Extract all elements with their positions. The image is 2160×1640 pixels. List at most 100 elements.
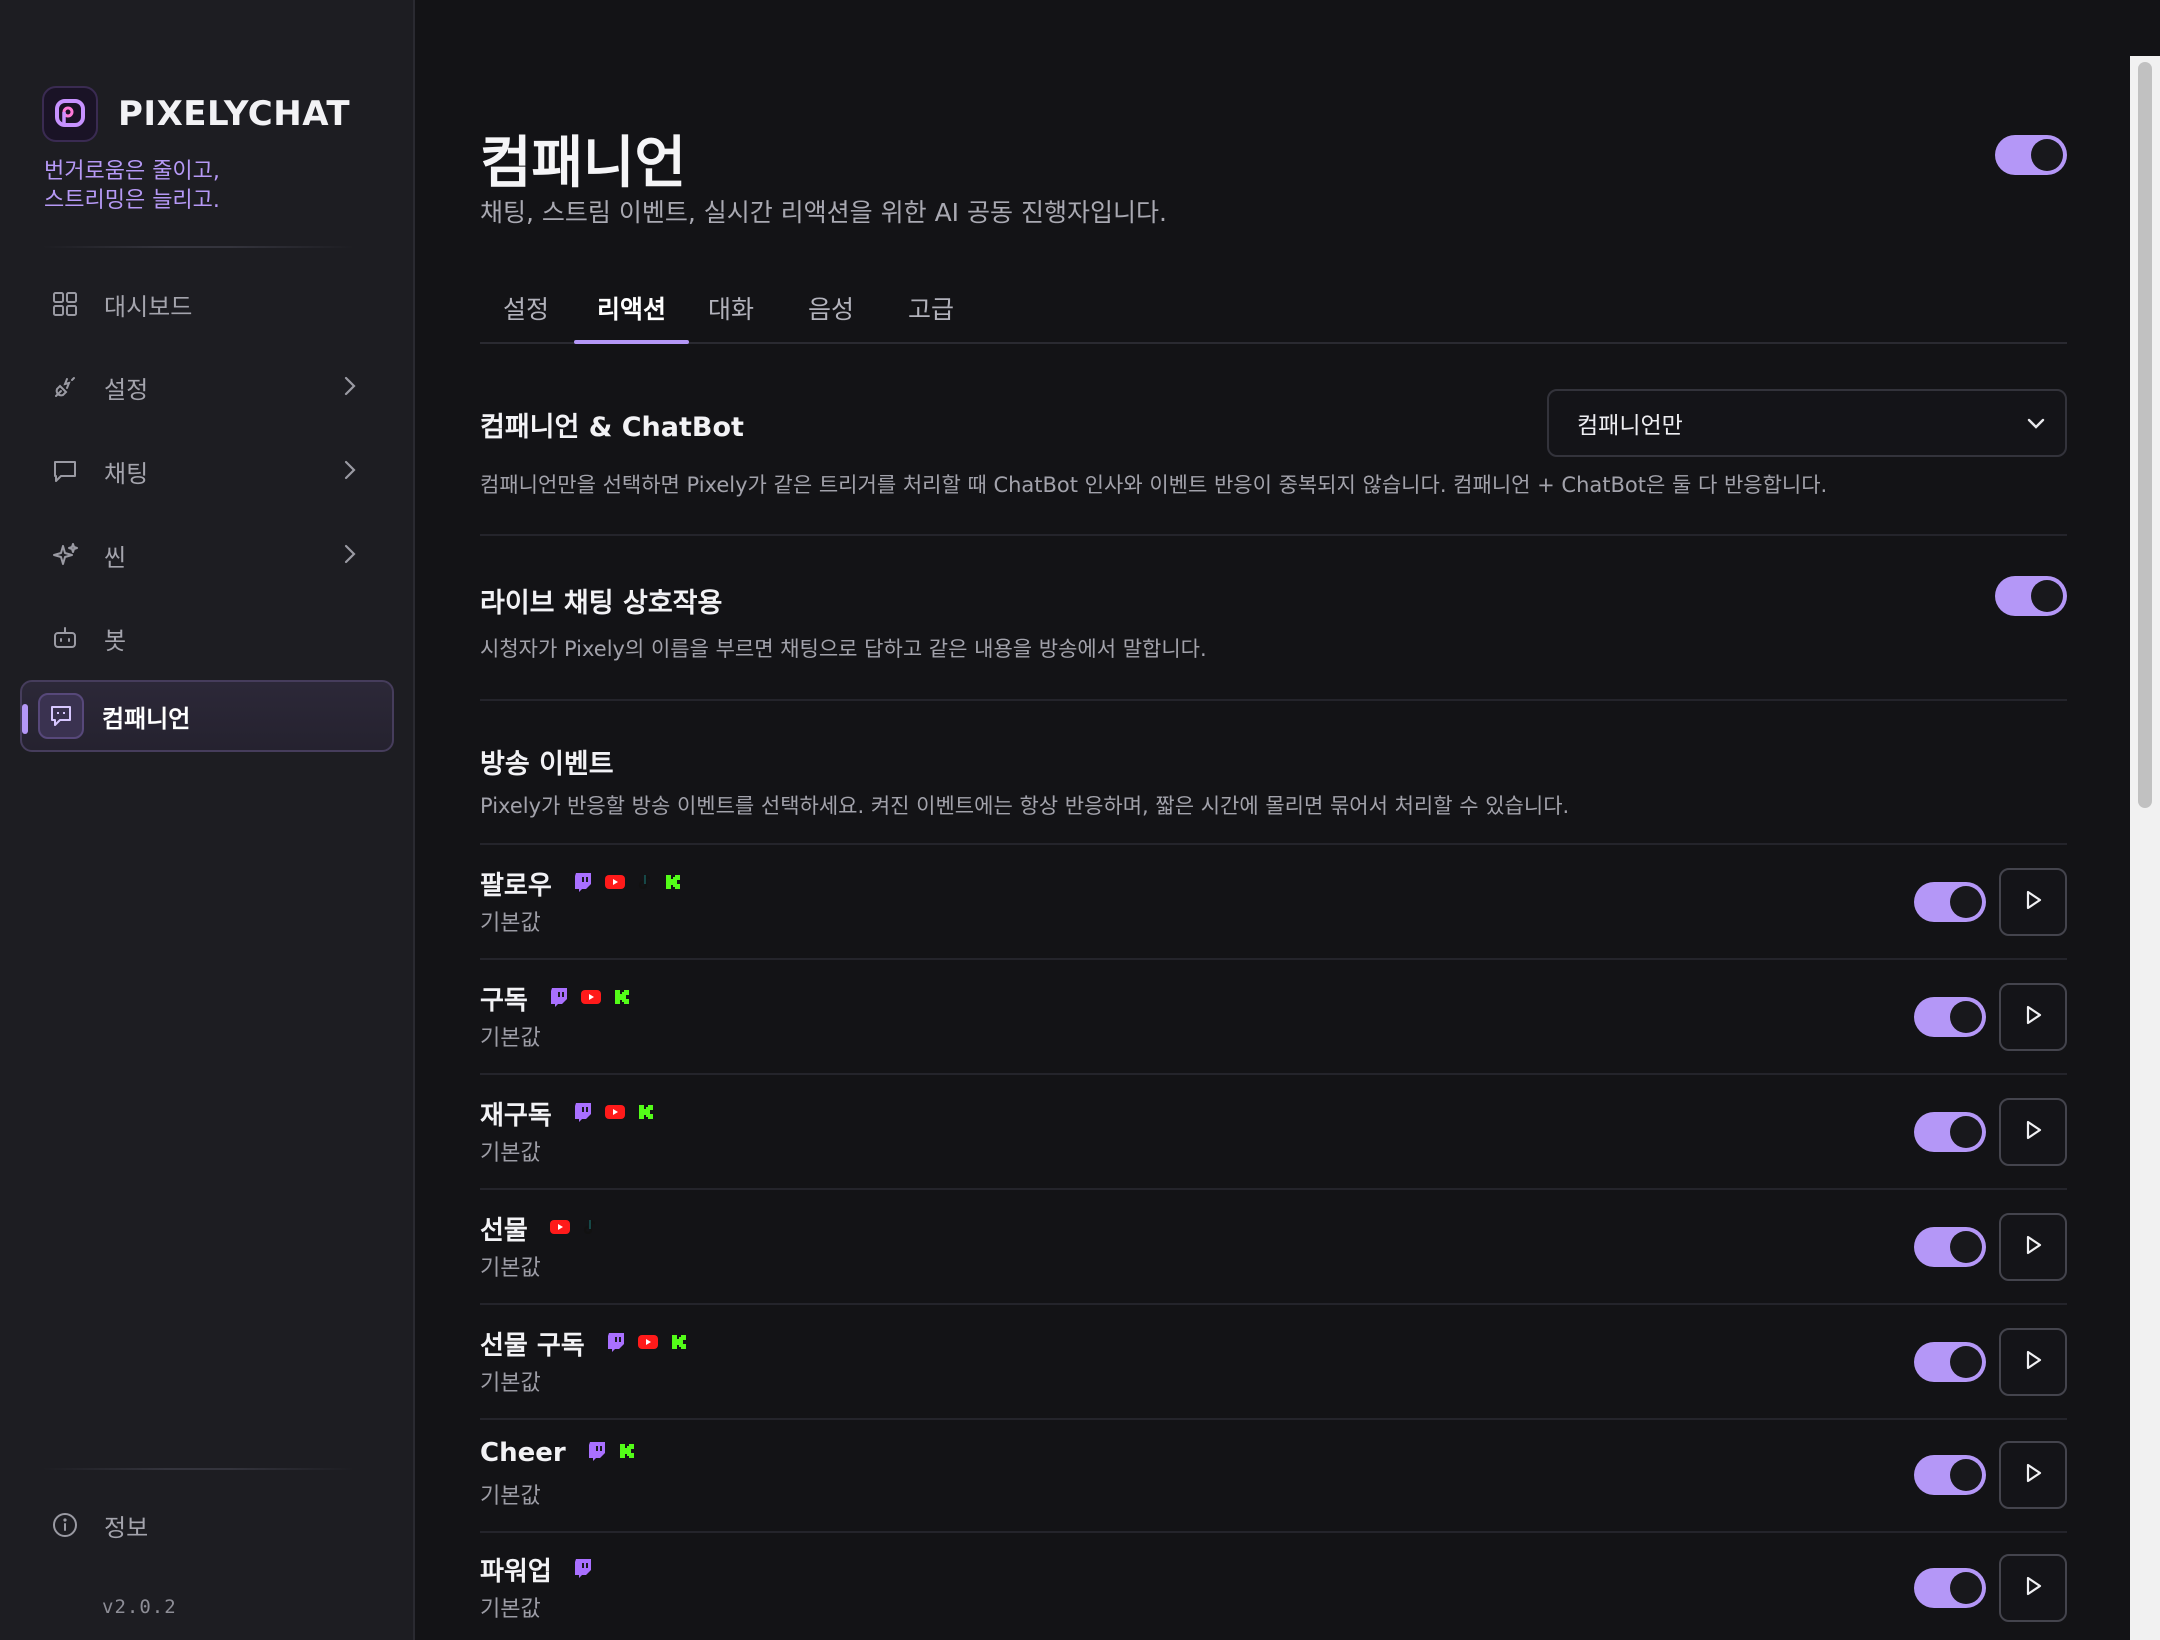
section-divider bbox=[480, 534, 2067, 536]
tab-advanced[interactable]: 고급 bbox=[885, 290, 977, 342]
sidebar-item-companion[interactable]: 컴패니언 bbox=[20, 680, 394, 752]
event-toggle[interactable] bbox=[1914, 1568, 1986, 1608]
sidebar-item-settings[interactable]: 설정 bbox=[20, 351, 394, 423]
companion-enable-toggle[interactable] bbox=[1995, 135, 2067, 175]
event-row: 선물 구독 기본값 bbox=[480, 1305, 2067, 1420]
sidebar-item-info[interactable]: 정보 bbox=[20, 1489, 394, 1561]
event-subtitle: 기본값 bbox=[480, 1141, 541, 1166]
youtube-icon bbox=[580, 989, 601, 1008]
event-name-row: Cheer bbox=[480, 1438, 635, 1468]
youtube-icon bbox=[604, 1104, 625, 1123]
event-toggle[interactable] bbox=[1914, 1342, 1986, 1382]
tab-reactions[interactable]: 리액션 bbox=[574, 290, 690, 344]
twitch-icon bbox=[607, 1332, 625, 1356]
event-name-row: 팔로우 bbox=[480, 865, 681, 902]
page-subtitle: 채팅, 스트림 이벤트, 실시간 리액션을 위한 AI 공동 진행자입니다. bbox=[480, 198, 1167, 227]
chat-bubble-icon bbox=[50, 456, 80, 486]
play-icon bbox=[2022, 1462, 2044, 1488]
event-preview-button[interactable] bbox=[1999, 1554, 2067, 1622]
toggle-knob bbox=[1950, 1116, 1982, 1148]
tab-conversation[interactable]: 대화 bbox=[685, 290, 777, 342]
tab-voice[interactable]: 음성 bbox=[785, 290, 877, 342]
events-section-desc: Pixely가 반응할 방송 이벤트를 선택하세요. 켜진 이벤트에는 항상 반… bbox=[480, 794, 1570, 818]
toggle-knob bbox=[1950, 1572, 1982, 1604]
sidebar-divider bbox=[42, 1468, 354, 1470]
event-toggle[interactable] bbox=[1914, 1112, 1986, 1152]
twitch-icon bbox=[550, 987, 568, 1011]
dashboard-grid-icon bbox=[50, 289, 80, 319]
sidebar-item-label: 컴패니언 bbox=[102, 704, 191, 733]
twitch-icon bbox=[574, 1102, 592, 1126]
event-name-row: 재구독 bbox=[480, 1095, 654, 1132]
play-icon bbox=[2022, 1234, 2044, 1260]
info-icon bbox=[50, 1510, 80, 1540]
chatbot-mode-select[interactable]: 컴패니언만 bbox=[1547, 389, 2067, 457]
chevron-right-icon bbox=[342, 375, 358, 403]
live-chat-toggle[interactable] bbox=[1995, 576, 2067, 616]
toggle-knob bbox=[1950, 1001, 1982, 1033]
sidebar-item-bot[interactable]: 봇 bbox=[20, 602, 394, 674]
twitch-icon bbox=[574, 872, 592, 896]
event-subtitle: 기본값 bbox=[480, 911, 541, 936]
tab-settings[interactable]: 설정 bbox=[480, 290, 572, 342]
sidebar-item-scenes[interactable]: 씬 bbox=[20, 519, 394, 591]
platform-icons bbox=[574, 1102, 654, 1126]
scrollbar-thumb[interactable] bbox=[2138, 62, 2152, 808]
event-preview-button[interactable] bbox=[1999, 868, 2067, 936]
select-value: 컴패니언만 bbox=[1577, 413, 1683, 439]
event-subtitle: 기본값 bbox=[480, 1256, 541, 1281]
play-icon bbox=[2022, 889, 2044, 915]
event-preview-button[interactable] bbox=[1999, 1328, 2067, 1396]
kick-icon bbox=[665, 874, 681, 894]
event-name-row: 선물 구독 bbox=[480, 1325, 687, 1362]
event-preview-button[interactable] bbox=[1999, 1213, 2067, 1281]
event-name-row: 선물 bbox=[480, 1210, 597, 1247]
event-name: 선물 구독 bbox=[480, 1331, 585, 1361]
event-toggle[interactable] bbox=[1914, 1455, 1986, 1495]
event-preview-button[interactable] bbox=[1999, 1441, 2067, 1509]
youtube-icon bbox=[637, 1334, 658, 1353]
event-name: 선물 bbox=[480, 1216, 528, 1246]
sidebar-item-label: 설정 bbox=[104, 375, 149, 404]
kick-icon bbox=[671, 1334, 687, 1354]
youtube-icon bbox=[549, 1219, 570, 1238]
event-toggle[interactable] bbox=[1914, 882, 1986, 922]
event-row: 재구독 기본값 bbox=[480, 1075, 2067, 1190]
event-row: 구독 기본값 bbox=[480, 960, 2067, 1075]
chatbot-section-title: 컴패니언 & ChatBot bbox=[480, 412, 744, 443]
event-row: 선물 기본값 bbox=[480, 1190, 2067, 1305]
event-preview-button[interactable] bbox=[1999, 1098, 2067, 1166]
tagline: 번거로움은 줄이고, 스트리밍은 늘리고. bbox=[44, 159, 220, 213]
robot-icon bbox=[50, 623, 80, 653]
platform-icons bbox=[550, 987, 630, 1011]
brand[interactable]: PIXELYCHAT bbox=[42, 86, 350, 142]
tiktok-icon bbox=[638, 874, 652, 894]
platform-icons bbox=[588, 1441, 635, 1465]
sidebar-item-label: 채팅 bbox=[104, 459, 149, 488]
event-row: Cheer 기본값 bbox=[480, 1418, 2067, 1533]
sidebar-item-label: 대시보드 bbox=[104, 292, 193, 321]
kick-icon bbox=[619, 1443, 635, 1463]
sidebar-divider bbox=[42, 246, 354, 248]
event-toggle[interactable] bbox=[1914, 1227, 1986, 1267]
event-name-row: 구독 bbox=[480, 980, 630, 1017]
event-name: 구독 bbox=[480, 986, 528, 1016]
event-toggle[interactable] bbox=[1914, 997, 1986, 1037]
event-subtitle: 기본값 bbox=[480, 1371, 541, 1396]
platform-icons bbox=[607, 1332, 687, 1356]
plug-icon bbox=[50, 372, 80, 402]
toggle-knob bbox=[2031, 139, 2063, 171]
scrollbar[interactable] bbox=[2130, 56, 2160, 1640]
main-content: 컴패니언 채팅, 스트림 이벤트, 실시간 리액션을 위한 AI 공동 진행자입… bbox=[417, 0, 2130, 1640]
events-section-title: 방송 이벤트 bbox=[480, 749, 614, 780]
event-preview-button[interactable] bbox=[1999, 983, 2067, 1051]
platform-icons bbox=[549, 1219, 597, 1239]
sidebar-item-dashboard[interactable]: 대시보드 bbox=[20, 268, 394, 340]
live-chat-section-title: 라이브 채팅 상호작용 bbox=[480, 588, 723, 619]
pixelychat-logo-icon bbox=[42, 86, 98, 142]
sidebar-item-label: 정보 bbox=[104, 1513, 149, 1542]
app-version: v2.0.2 bbox=[102, 1596, 177, 1618]
event-row: 팔로우 기본값 bbox=[480, 845, 2067, 960]
sidebar-item-chat[interactable]: 채팅 bbox=[20, 435, 394, 507]
tiktok-icon bbox=[583, 1219, 597, 1239]
